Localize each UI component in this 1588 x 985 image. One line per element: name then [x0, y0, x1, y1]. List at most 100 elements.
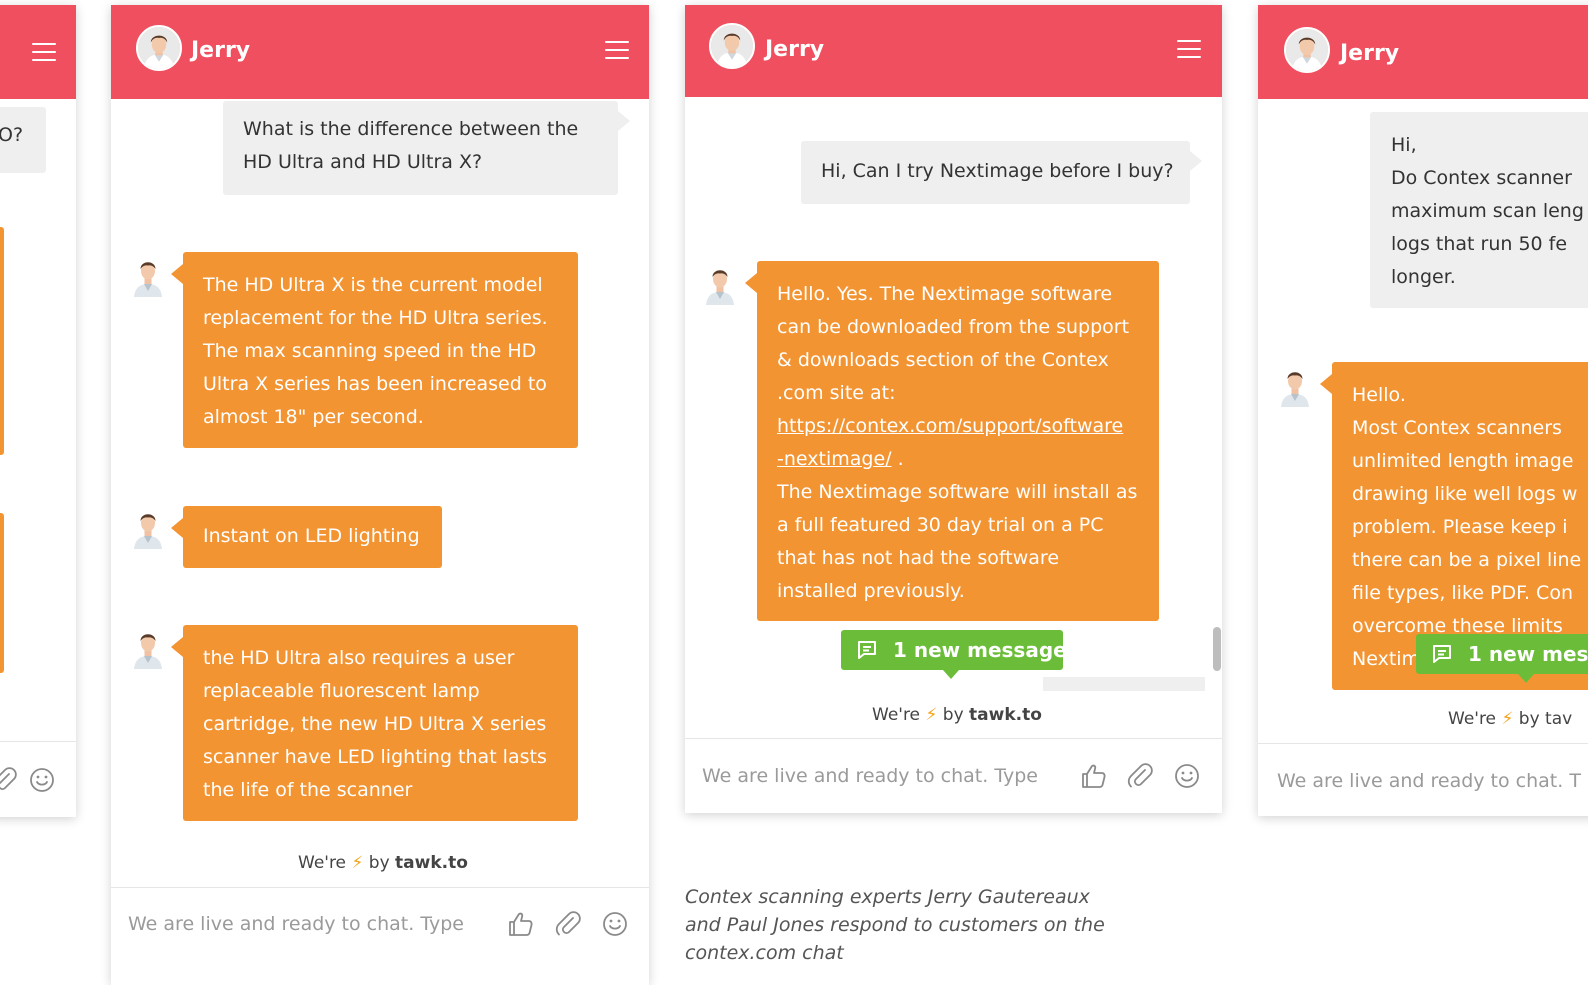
agent-avatar-icon [131, 257, 165, 297]
message-line: replaceable fluorescent lamp [203, 680, 480, 702]
message-line: .com site at: [777, 382, 896, 404]
message-line: a full featured 30 day trial on a PC [777, 514, 1104, 536]
message-line: Hi, [1391, 134, 1417, 156]
chat-input[interactable]: We are live and ready to chat. Type [128, 913, 464, 935]
user-message-bubble: O? [0, 107, 46, 173]
powered-by[interactable]: We're ⚡ by tav [1448, 709, 1572, 729]
powered-brand: tawk.to [969, 705, 1042, 725]
message-line: problem. Please keep i [1352, 516, 1568, 538]
message-line: The HD Ultra X is the current model [203, 274, 543, 296]
support-link-cont[interactable]: -nextimage/ [777, 448, 892, 470]
message-line: The max scanning speed in the HD [203, 340, 537, 362]
message-line: The Nextimage software will install as [777, 481, 1138, 503]
agent-avatar [136, 25, 182, 71]
attach-icon[interactable] [0, 766, 18, 794]
message-line: the HD Ultra also requires a user [203, 647, 515, 669]
message-line: installed previously. [777, 580, 965, 602]
new-message-button[interactable]: 1 new mes [1416, 634, 1588, 683]
powered-pre: We're [872, 705, 921, 725]
agent-avatar [1284, 27, 1330, 73]
smiley-icon[interactable] [28, 766, 56, 794]
agent-name: Jerry [191, 38, 251, 63]
chat-header: Jerry [111, 5, 649, 99]
message-line: almost 18" per second. [203, 406, 424, 428]
thumbs-up-icon[interactable] [506, 910, 534, 938]
chat-input-bar: We are live and ready to chat. Type [685, 738, 1222, 813]
message-line: replacement for the HD Ultra series. [203, 307, 548, 329]
caption-line: and Paul Jones respond to customers on t… [685, 914, 1105, 936]
scrollbar[interactable] [1213, 627, 1221, 671]
new-message-button[interactable]: 1 new message [841, 630, 1067, 679]
menu-icon[interactable] [605, 41, 629, 59]
message-line: Do Contex scanner [1391, 167, 1572, 189]
chat-input[interactable]: We are live and ready to chat. T [1277, 770, 1581, 792]
agent-avatar [709, 23, 755, 69]
agent-message-bubble: The HD Ultra X is the current model repl… [171, 252, 578, 448]
chat-input-bar: We are live and ready to chat. T [1258, 743, 1588, 816]
smiley-icon[interactable] [601, 910, 629, 938]
powered-pre: We're [1448, 709, 1497, 729]
message-line: What is the difference between the [243, 118, 579, 140]
message-line: there can be a pixel line [1352, 549, 1582, 571]
agent-avatar-icon [131, 509, 165, 549]
message-line: Ultra X series has been increased to [203, 373, 547, 395]
image-caption: Contex scanning experts Jerry Gautereaux… [685, 883, 1105, 967]
chat-header: Jerry [685, 5, 1222, 97]
message-line: & downloads section of the Contex [777, 349, 1109, 371]
message-line: the life of the scanner [203, 779, 413, 801]
chat-header: Jerry [1258, 5, 1588, 99]
message-line: Hello. [1352, 384, 1406, 406]
chat-input[interactable]: We are live and ready to chat. Type [702, 765, 1038, 787]
attach-icon[interactable] [1126, 762, 1154, 790]
chat-widget-1: O? [0, 5, 76, 817]
agent-name: Jerry [765, 37, 825, 62]
caption-line: Contex scanning experts Jerry Gautereaux [685, 886, 1090, 908]
next-bubble-peek [1043, 677, 1205, 691]
message-line: can be downloaded from the support [777, 316, 1130, 338]
attach-icon[interactable] [554, 910, 582, 938]
message-line: unlimited length image [1352, 450, 1574, 472]
powered-brand: tawk.to [395, 853, 468, 873]
agent-message-bubble: Instant on LED lighting [171, 506, 442, 568]
support-link[interactable]: https://contex.com/support/software [777, 415, 1123, 437]
message-line: file types, like PDF. Con [1352, 582, 1573, 604]
chat-icon [857, 640, 877, 660]
lightning-icon: ⚡ [351, 853, 364, 873]
agent-avatar-icon [131, 629, 165, 669]
powered-post: by [368, 853, 390, 873]
message-line: scanner have LED lighting that lasts [203, 746, 547, 768]
message-line: Most Contex scanners [1352, 417, 1562, 439]
new-message-label: 1 new message [893, 638, 1067, 662]
smiley-icon[interactable] [1173, 762, 1201, 790]
chat-widget-4: Jerry Hi, Do Contex scanner maximum scan… [1258, 5, 1588, 816]
message-line: HD Ultra and HD Ultra X? [243, 151, 483, 173]
agent-message-bubble [0, 227, 4, 455]
powered-pre: We're [298, 853, 347, 873]
menu-icon[interactable] [32, 43, 56, 61]
caption-line: contex.com chat [685, 942, 844, 964]
user-message-text: O? [0, 124, 24, 146]
agent-avatar-icon [1278, 367, 1312, 407]
message-line: logs that run 50 fe [1391, 233, 1568, 255]
chat-input-bar[interactable] [0, 741, 76, 817]
powered-by[interactable]: We're ⚡ by tawk.to [872, 705, 1042, 725]
message-line: drawing like well logs w [1352, 483, 1578, 505]
agent-message-bubble: Hello. Yes. The Nextimage software can b… [745, 261, 1159, 621]
message-line: maximum scan leng [1391, 200, 1584, 222]
user-message-bubble: What is the difference between the HD Ul… [223, 101, 630, 195]
message-link-line: https://contex.com/support/software [777, 410, 1139, 443]
powered-post: by [942, 705, 964, 725]
powered-by[interactable]: We're ⚡ by tawk.to [298, 853, 468, 873]
powered-post: by tav [1518, 709, 1573, 729]
message-line: that has not had the software [777, 547, 1060, 569]
link-suffix: . [891, 448, 904, 470]
menu-icon[interactable] [1177, 40, 1201, 58]
thumbs-up-icon[interactable] [1079, 762, 1107, 790]
chat-icon [1432, 644, 1452, 664]
chat-header [0, 5, 76, 99]
lightning-icon: ⚡ [925, 705, 938, 725]
message-line: Instant on LED lighting [203, 525, 420, 547]
chat-widget-3: Jerry Hi, Can I try Nextimage before I b… [685, 5, 1222, 813]
chat-input-bar: We are live and ready to chat. Type [111, 887, 649, 985]
agent-message-bubble: the HD Ultra also requires a user replac… [171, 625, 578, 821]
